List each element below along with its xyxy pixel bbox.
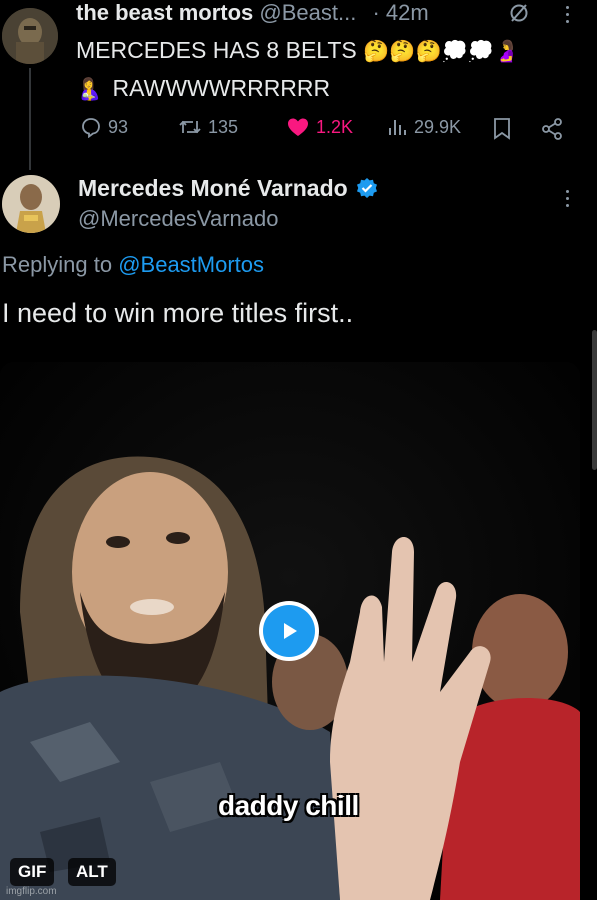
views-icon: [389, 120, 406, 135]
muted-icon: [510, 4, 528, 22]
play-icon: [284, 623, 297, 639]
like-count: 1.2K: [316, 116, 354, 137]
play-button[interactable]: [259, 601, 319, 661]
parent-tweet-header: the beast mortos @Beast... · 42m: [76, 0, 556, 30]
heart-filled-icon: [288, 118, 308, 136]
views-button[interactable]: 29.9K: [386, 116, 461, 138]
repost-count: 135: [208, 116, 239, 137]
gif-caption: daddy chill: [218, 790, 359, 821]
parent-text-emoji-2: 🤱: [76, 78, 103, 101]
gif-media[interactable]: daddy chill GIF ALT imgflip.com: [0, 362, 580, 900]
parent-text-line-1: MERCEDES HAS 8 BELTS 🤔🤔🤔💭💭🤰: [76, 32, 576, 70]
reply-more-options-icon[interactable]: [564, 190, 570, 207]
verified-badge-icon: [356, 178, 377, 198]
thread-connector-line: [29, 68, 31, 170]
replying-to-link[interactable]: @BeastMortos: [118, 252, 264, 277]
parent-more-options-icon[interactable]: [564, 6, 570, 23]
repost-icon: [179, 120, 201, 134]
bookmark-icon[interactable]: [492, 117, 512, 141]
avatar-image: [2, 8, 58, 64]
reply-handle[interactable]: @MercedesVarnado: [78, 206, 278, 232]
reply-display-name[interactable]: Mercedes Moné Varnado: [78, 175, 348, 202]
watermark: imgflip.com: [6, 886, 57, 897]
views-count: 29.9K: [414, 116, 462, 137]
replying-to-line: Replying to @BeastMortos: [2, 252, 264, 278]
parent-text-belts: MERCEDES HAS 8 BELTS: [76, 37, 357, 63]
parent-handle[interactable]: @Beast...: [259, 0, 356, 25]
reply-icon: [82, 118, 100, 138]
scrollbar[interactable]: [592, 330, 597, 470]
parent-tweet-text: MERCEDES HAS 8 BELTS 🤔🤔🤔💭💭🤰 🤱 RAWWWWRRRR…: [76, 32, 576, 108]
gif-badge: GIF: [10, 858, 55, 886]
parent-text-line-2: 🤱 RAWWWWRRRRRR: [76, 70, 576, 108]
parent-display-name[interactable]: the beast mortos: [76, 0, 253, 25]
parent-text-rawr: RAWWWWRRRRRR: [112, 75, 331, 101]
parent-text-emojis: 🤔🤔🤔💭💭🤰: [363, 40, 521, 63]
like-button[interactable]: 1.2K: [286, 116, 353, 138]
share-icon[interactable]: [540, 117, 564, 141]
repost-button[interactable]: 135: [178, 116, 238, 138]
reply-tweet-header: Mercedes Moné Varnado: [78, 172, 378, 204]
avatar-mercedes-varnado[interactable]: [2, 175, 60, 233]
replying-to-label: Replying to: [2, 252, 113, 277]
avatar-image: [2, 175, 60, 233]
reply-tweet-text: I need to win more titles first..: [2, 298, 354, 328]
parent-timestamp[interactable]: · 42m: [372, 0, 428, 25]
alt-badge[interactable]: ALT: [68, 858, 116, 886]
reply-button[interactable]: 93: [80, 116, 128, 138]
avatar-beast-mortos[interactable]: [2, 8, 58, 64]
reply-count: 93: [108, 116, 129, 137]
